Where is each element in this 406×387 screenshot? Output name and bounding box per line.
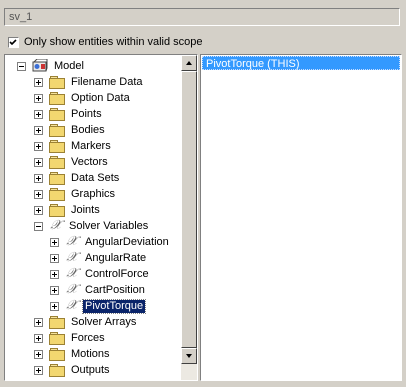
- tree-item-label: Data Sets: [71, 171, 120, 184]
- scope-checkbox-row[interactable]: Only show entities within valid scope: [8, 35, 203, 49]
- arrow-up-icon: [186, 61, 192, 65]
- tree-item-label: Option Data: [71, 91, 130, 104]
- folder-icon: [49, 124, 65, 137]
- expand-icon[interactable]: [34, 109, 43, 119]
- tree-item[interactable]: Motions: [34, 346, 112, 362]
- tree-item-label: Filename Data: [71, 75, 143, 88]
- tree-item-label: Solver Arrays: [71, 315, 137, 328]
- tree-vertical-scrollbar[interactable]: [181, 55, 197, 380]
- tree-item[interactable]: Filename Data: [34, 74, 145, 90]
- arrow-down-icon: [186, 354, 192, 358]
- expand-icon[interactable]: [34, 189, 43, 199]
- expand-icon[interactable]: [34, 365, 43, 375]
- expand-icon[interactable]: [34, 333, 43, 343]
- folder-icon: [49, 364, 65, 377]
- expand-icon[interactable]: [34, 317, 43, 327]
- tree-item[interactable]: Data Sets: [34, 170, 121, 186]
- folder-icon: [49, 316, 65, 329]
- variable-icon: 𝒳: [66, 250, 78, 265]
- tree-item[interactable]: Option Data: [34, 90, 132, 106]
- tree-item[interactable]: Vectors: [34, 154, 110, 170]
- folder-icon: [49, 76, 65, 89]
- expand-icon[interactable]: [34, 157, 43, 167]
- tree-item-label: Markers: [71, 139, 111, 152]
- folder-icon: [49, 172, 65, 185]
- tree-item[interactable]: Joints: [34, 202, 102, 218]
- folder-icon: [49, 108, 65, 121]
- folder-icon: [49, 188, 65, 201]
- tree-item[interactable]: Outputs: [34, 362, 112, 378]
- tree-item[interactable]: Solver Arrays: [34, 314, 138, 330]
- tree-item-label: Vectors: [71, 155, 108, 168]
- tree-item[interactable]: Bodies: [34, 122, 107, 138]
- variable-icon: 𝒳: [66, 234, 78, 249]
- variable-icon: 𝒳: [66, 282, 78, 297]
- tree-item-label: Joints: [71, 203, 100, 216]
- tree-item-label: ControlForce: [85, 267, 149, 280]
- tree-item[interactable]: 𝒳 AngularDeviation: [50, 234, 171, 250]
- expand-icon[interactable]: [34, 77, 43, 87]
- expand-icon[interactable]: [34, 93, 43, 103]
- expand-icon[interactable]: [50, 253, 59, 263]
- folder-icon: [49, 332, 65, 345]
- tree-item[interactable]: Forces: [34, 330, 107, 346]
- expand-icon[interactable]: [50, 237, 59, 247]
- tree-item-label: Outputs: [71, 363, 110, 376]
- expand-icon[interactable]: [50, 269, 59, 279]
- entity-tree: Model Filename Data Option Data Points Bodie…: [5, 55, 181, 380]
- tree-item-label: Motions: [71, 347, 110, 360]
- folder-icon: [49, 204, 65, 217]
- tree-item[interactable]: Graphics: [34, 186, 117, 202]
- tree-item-label: AngularDeviation: [85, 235, 169, 248]
- variable-icon: 𝒳: [66, 298, 78, 313]
- variable-icon: 𝒳: [66, 266, 78, 281]
- tree-item[interactable]: Markers: [34, 138, 113, 154]
- entity-list-panel: PivotTorque (THIS): [200, 54, 402, 381]
- tree-item[interactable]: 𝒳 AngularRate: [50, 250, 148, 266]
- expand-icon[interactable]: [34, 141, 43, 151]
- tree-item[interactable]: 𝒳 ControlForce: [50, 266, 151, 282]
- entity-tree-panel: Model Filename Data Option Data Points Bodie…: [4, 54, 198, 381]
- list-item[interactable]: PivotTorque (THIS): [202, 56, 400, 70]
- scroll-up-button[interactable]: [181, 55, 197, 71]
- scroll-down-button[interactable]: [181, 348, 197, 364]
- folder-icon: [49, 348, 65, 361]
- tree-item-label: CartPosition: [85, 283, 145, 296]
- tree-item-label: Graphics: [71, 187, 116, 200]
- folder-icon: [49, 92, 65, 105]
- tree-item-label: Points: [71, 107, 102, 120]
- name-field[interactable]: sv_1: [4, 8, 400, 26]
- tree-item[interactable]: 𝒳 Solver Variables: [34, 218, 150, 234]
- tree-item-label: AngularRate: [85, 251, 147, 264]
- scrollbar-thumb[interactable]: [181, 71, 197, 348]
- tree-item-label: Model: [54, 59, 84, 72]
- tree-item-label: Forces: [71, 331, 105, 344]
- tree-item[interactable]: 𝒳 PivotTorque: [50, 298, 147, 314]
- folder-icon: [49, 156, 65, 169]
- folder-icon: [49, 140, 65, 153]
- collapse-icon[interactable]: [34, 221, 43, 231]
- scope-checkbox-label: Only show entities within valid scope: [24, 36, 203, 48]
- model-icon: [32, 59, 48, 72]
- expand-icon[interactable]: [34, 173, 43, 183]
- tree-item[interactable]: 𝒳 CartPosition: [50, 282, 147, 298]
- expand-icon[interactable]: [50, 285, 59, 295]
- tree-item[interactable]: Points: [34, 106, 104, 122]
- tree-item-label: PivotTorque: [81, 298, 147, 314]
- tree-item-label: Bodies: [71, 123, 105, 136]
- expand-icon[interactable]: [34, 349, 43, 359]
- tree-item[interactable]: Model: [17, 58, 86, 74]
- expand-icon[interactable]: [50, 301, 59, 311]
- expand-icon[interactable]: [34, 205, 43, 215]
- scope-checkbox[interactable]: [8, 36, 19, 48]
- collapse-icon[interactable]: [17, 61, 26, 71]
- variable-icon: 𝒳: [50, 218, 62, 233]
- expand-icon[interactable]: [34, 125, 43, 135]
- tree-item-label: Solver Variables: [69, 219, 149, 232]
